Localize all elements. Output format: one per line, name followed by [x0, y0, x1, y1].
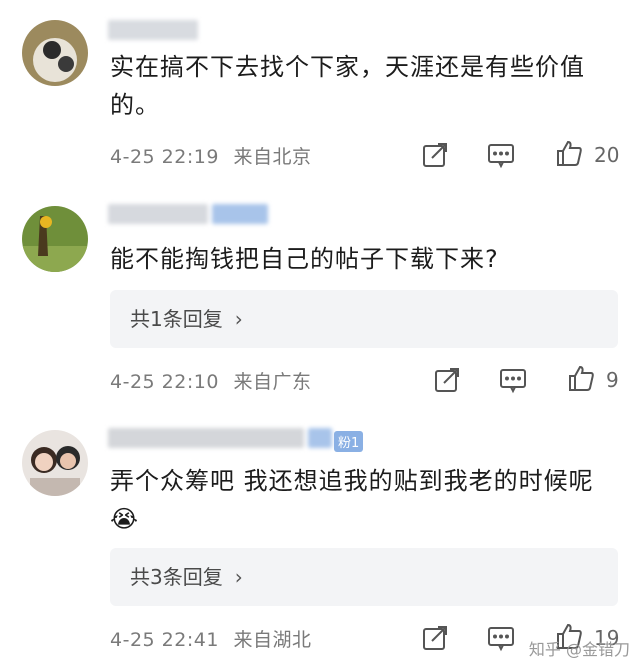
share-icon[interactable] [420, 623, 450, 653]
comment-text: 能不能掏钱把自己的帖子下载下来? [110, 245, 499, 273]
thumbs-up-icon[interactable] [566, 363, 596, 393]
user-avatar[interactable] [22, 430, 88, 496]
like-count: 20 [594, 143, 620, 167]
like-count: 9 [606, 368, 619, 392]
comment-location: 来自湖北 [233, 629, 312, 651]
chevron-right-icon: › [234, 565, 243, 589]
comment-text: 弄个众筹吧 我还想追我的贴到我老的时候呢😭 [110, 467, 594, 533]
avatar-image [22, 206, 88, 272]
avatar-image [22, 430, 88, 496]
comment-time: 4-25 22:10 [110, 371, 219, 393]
comment-text: 实在搞不下去找个下家，天涯还是有些价值的。 [110, 53, 585, 119]
comment-icon[interactable] [486, 623, 516, 653]
replies-count: 共1条回复 [130, 307, 223, 331]
chevron-right-icon: › [234, 307, 243, 331]
watermark: 知乎 @金错刀 [528, 640, 630, 659]
comment-time: 4-25 22:19 [110, 146, 219, 168]
comment-time: 4-25 22:41 [110, 629, 219, 651]
comment-meta: 4-25 22:10 来自广东 [110, 367, 311, 394]
username-blurred[interactable] [108, 204, 268, 226]
comment-location: 来自北京 [233, 146, 312, 168]
view-replies-button[interactable]: 共3条回复 › [110, 548, 618, 606]
share-icon[interactable] [420, 140, 450, 170]
share-icon[interactable] [432, 365, 462, 395]
comment-location: 来自广东 [233, 371, 312, 393]
thumbs-up-icon[interactable] [554, 138, 584, 168]
comment-icon[interactable] [486, 140, 516, 170]
avatar-image [22, 20, 88, 86]
user-avatar[interactable] [22, 206, 88, 272]
replies-count: 共3条回复 [130, 565, 223, 589]
comment-meta: 4-25 22:19 来自北京 [110, 142, 311, 169]
fan-badge: 粉1 [334, 431, 364, 452]
username-blurred[interactable] [108, 428, 332, 450]
view-replies-button[interactable]: 共1条回复 › [110, 290, 618, 348]
comment-icon[interactable] [498, 365, 528, 395]
comment-meta: 4-25 22:41 来自湖北 [110, 625, 311, 652]
user-avatar[interactable] [22, 20, 88, 86]
username-blurred[interactable] [108, 20, 198, 42]
